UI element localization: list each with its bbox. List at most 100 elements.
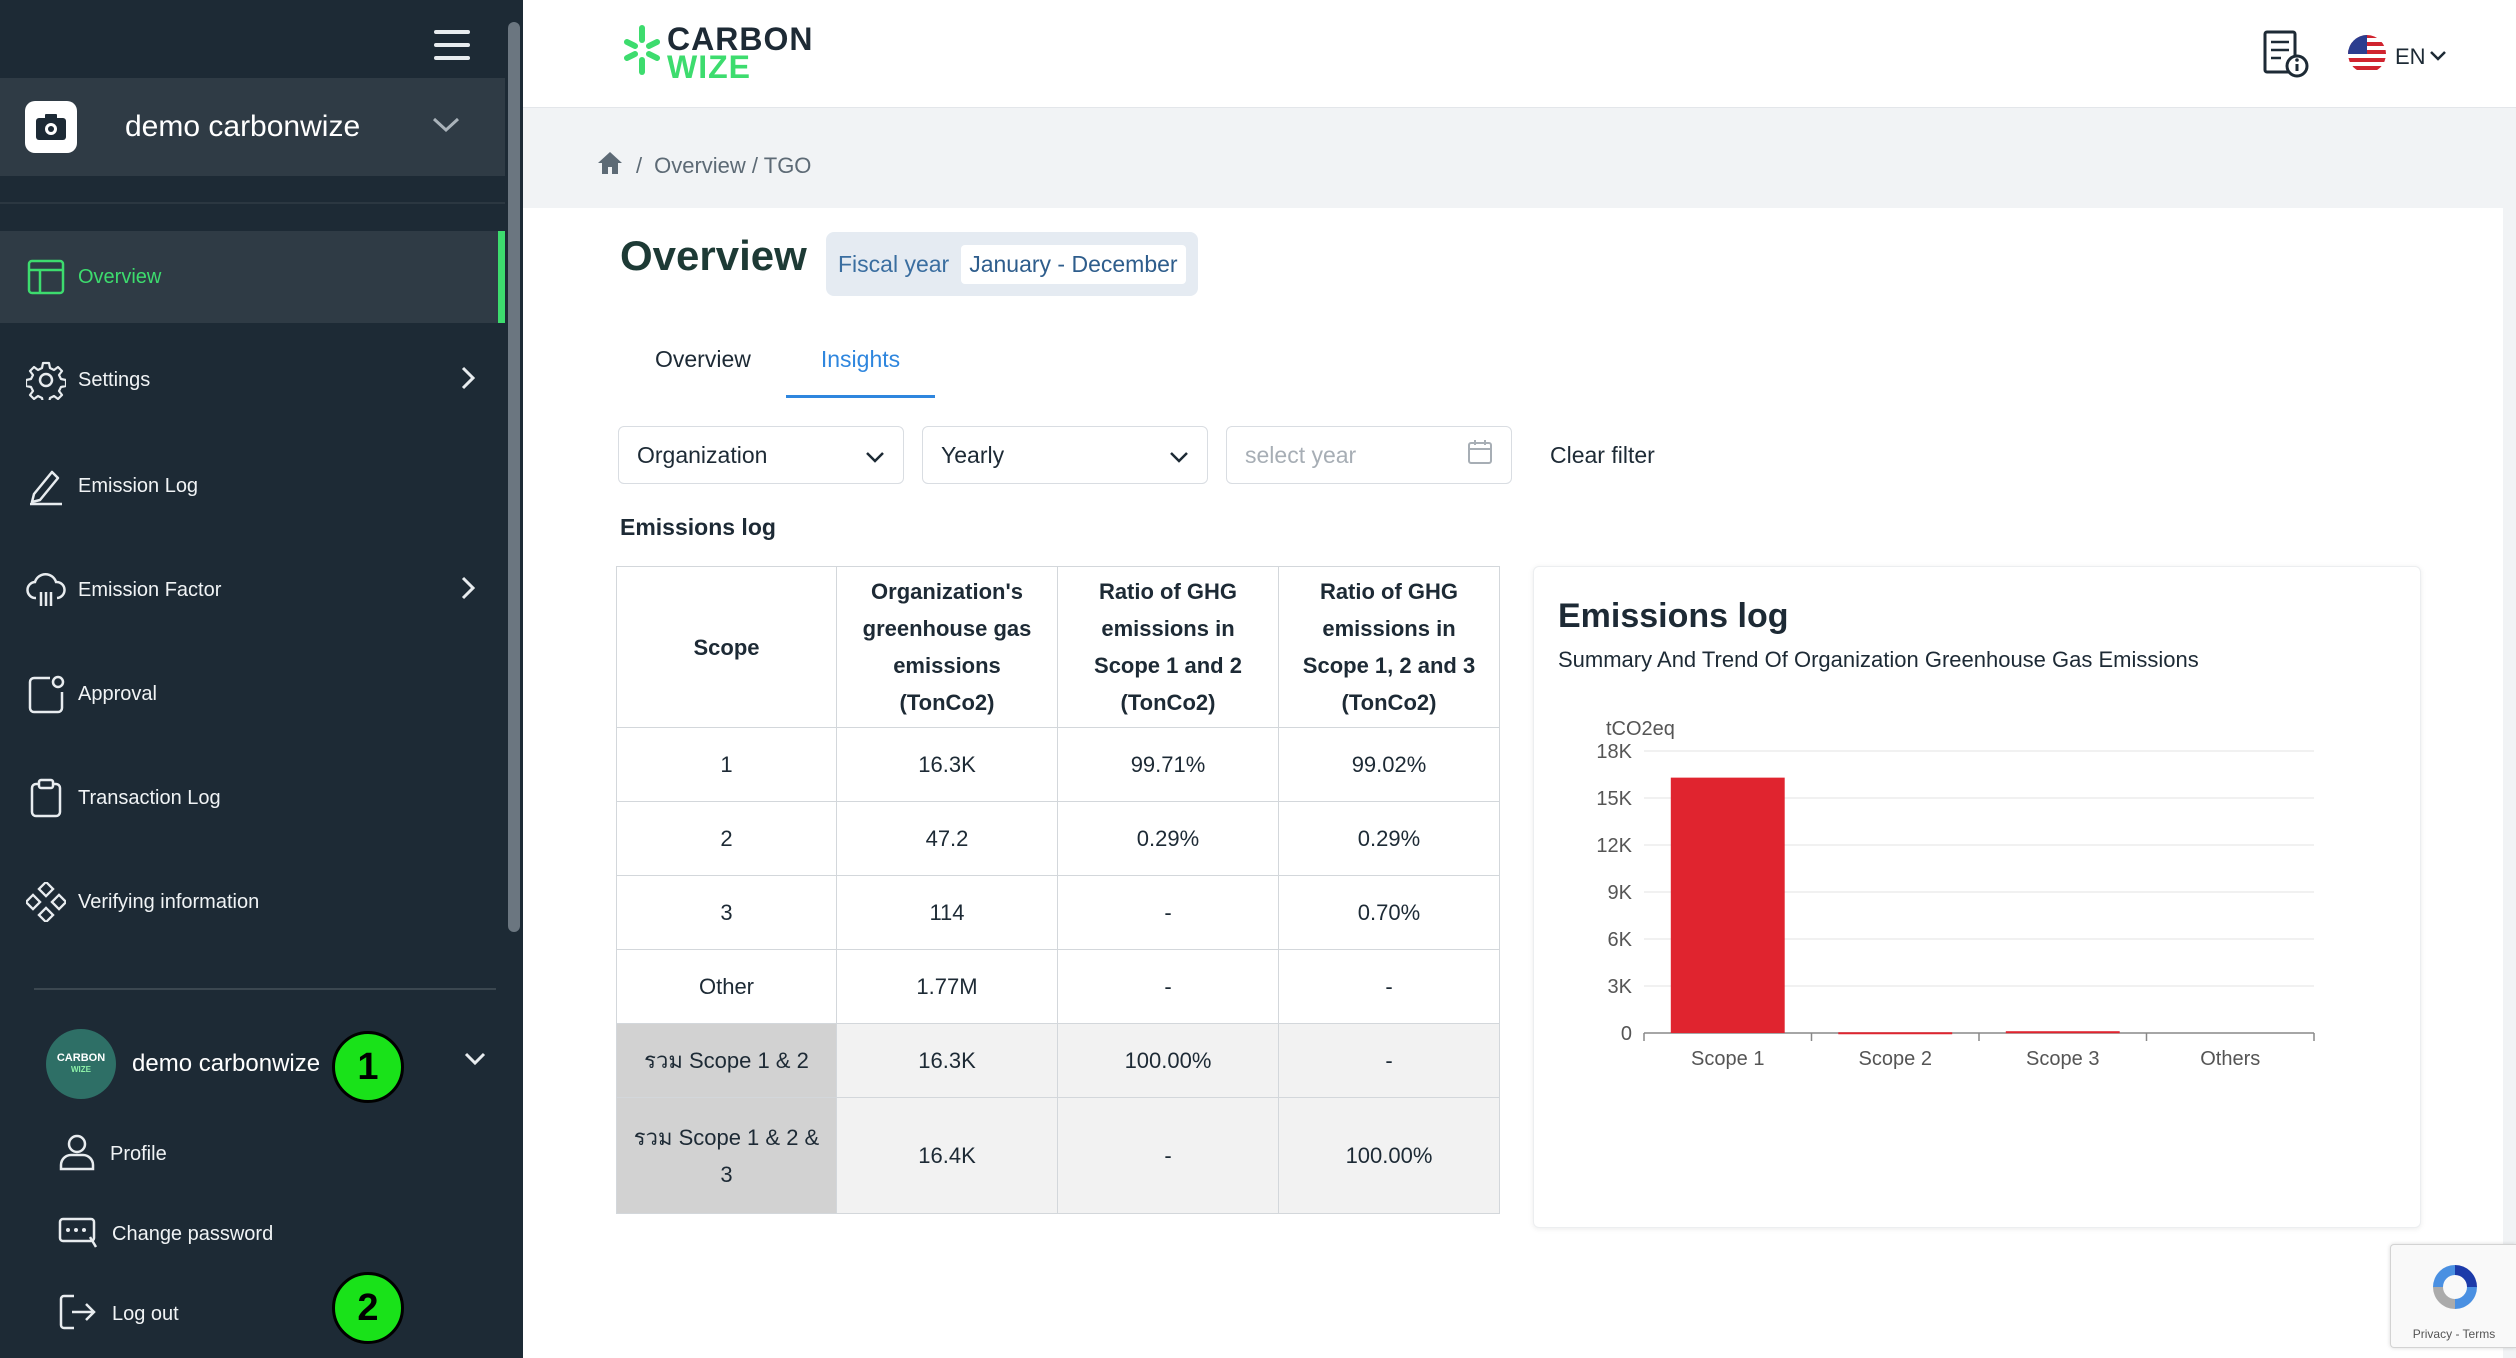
us-flag-icon [2347,34,2387,79]
sidebar-item-emission-log[interactable]: Emission Log [0,440,505,532]
table-row: 1 16.3K 99.71% 99.02% [616,727,1500,802]
table-cell: 16.3K [836,1023,1058,1098]
user-menu-toggle[interactable]: CARBON WIZE demo carbonwize [0,1022,505,1106]
annotation-marker: 2 [332,1272,404,1344]
table-cell: - [1278,949,1500,1024]
table-row: รวม Scope 1 & 2 & 3 16.4K - 100.00% [616,1097,1500,1214]
password-icon [58,1215,98,1254]
change-password-label: Change password [112,1222,274,1245]
table-cell: 3 [616,875,837,950]
clear-filter-button[interactable]: Clear filter [1550,442,1655,469]
avatar-text: CARBON [56,1052,106,1064]
chart-card: Emissions log Summary And Trend Of Organ… [1533,566,2421,1228]
table-cell: - [1057,949,1279,1024]
sidebar-item-label: Transaction Log [78,786,221,809]
y-tick-label: 6K [1608,929,1633,951]
period-select[interactable]: Yearly [922,426,1208,484]
layout-icon [26,257,66,297]
avatar-text: WIZE [71,1065,91,1074]
sidebar-item-emission-factor[interactable]: Emission Factor [0,544,505,636]
table-cell: 0.70% [1278,875,1500,950]
language-selector[interactable]: EN [2347,34,2446,79]
y-tick-label: 15K [1596,788,1632,810]
chart-subtitle: Summary And Trend Of Organization Greenh… [1558,647,2199,672]
logout-icon [58,1293,98,1336]
column-header: Ratio of GHG emissions in Scope 1, 2 and… [1278,566,1500,728]
column-header: Ratio of GHG emissions in Scope 1 and 2 … [1057,566,1279,728]
avatar: CARBON WIZE [46,1029,116,1099]
change-password-link[interactable]: Change password [58,1204,273,1264]
sidebar-item-label: Overview [78,265,162,288]
chevron-right-icon [461,576,476,605]
table-cell: 16.3K [836,727,1058,802]
y-tick-label: 9K [1608,882,1633,904]
column-header: Organization's greenhouse gas emissions … [836,566,1058,728]
sidebar-item-transaction-log[interactable]: Transaction Log [0,752,505,844]
table-cell: 0.29% [1278,801,1500,876]
x-tick-label: Others [2200,1048,2260,1070]
sidebar-item-verifying-information[interactable]: Verifying information [0,856,505,948]
chevron-down-icon [432,117,460,138]
chevron-down-icon [865,442,885,469]
table-row: 2 47.2 0.29% 0.29% [616,801,1500,876]
sidebar-item-settings[interactable]: Settings [0,334,505,426]
chevron-down-icon [2429,48,2446,66]
table-cell: 114 [836,875,1058,950]
year-picker[interactable]: select year [1226,426,1512,484]
recaptcha-badge[interactable]: Privacy - Terms [2390,1244,2516,1348]
tab-overview[interactable]: Overview [620,338,786,398]
table-cell: Other [616,949,837,1024]
section-label: Emissions log [620,514,776,540]
brand-logo[interactable]: CARBON WIZE [623,23,813,85]
sidebar-item-overview[interactable]: Overview [0,231,505,323]
table-cell: 99.71% [1057,727,1279,802]
table-cell: 47.2 [836,801,1058,876]
page-title: Overview [620,232,807,279]
chevron-down-icon [1169,442,1189,469]
sidebar-divider [0,202,505,204]
sidebar: demo carbonwize Overview Settings Emissi… [0,0,523,1358]
chart-bar [1670,777,1785,1033]
org-switcher[interactable]: demo carbonwize [0,78,505,176]
chart-bar [1838,1032,1953,1035]
y-tick-label: 3K [1608,976,1633,998]
table-cell: 100.00% [1057,1023,1279,1098]
chevron-right-icon [461,366,476,395]
document-info-icon[interactable] [2261,28,2311,85]
logout-link[interactable]: Log out [58,1284,179,1344]
table-cell: 1.77M [836,949,1058,1024]
chart-bar [2005,1031,2120,1034]
sidebar-item-label: Emission Factor [78,578,222,601]
profile-link[interactable]: Profile [58,1124,167,1184]
table-cell: 1 [616,727,837,802]
sidebar-item-label: Verifying information [78,890,260,913]
x-tick-label: Scope 1 [1691,1048,1764,1070]
table-cell: รวม Scope 1 & 2 [616,1023,837,1098]
home-icon[interactable] [596,150,624,182]
scope-select[interactable]: Organization [618,426,904,484]
scope-select-value: Organization [637,441,768,468]
user-icon [58,1133,96,1176]
approval-icon [26,674,66,714]
sidebar-item-approval[interactable]: Approval [0,648,505,740]
y-tick-label: 12K [1596,835,1632,857]
y-axis-label: tCO2eq [1606,718,1675,740]
y-tick-label: 0 [1621,1023,1632,1045]
fiscal-year-badge: Fiscal year January - December [826,232,1198,296]
chevron-down-icon [464,1052,486,1071]
table-row: Other 1.77M - - [616,949,1500,1024]
brand-text: WIZE [667,48,751,85]
tab-insights[interactable]: Insights [785,338,936,398]
table-row: รวม Scope 1 & 2 16.3K 100.00% - [616,1023,1500,1098]
sparkle-logo-icon [623,24,661,81]
breadcrumb-path[interactable]: Overview / TGO [654,153,811,179]
sidebar-item-label: Emission Log [78,474,199,497]
sidebar-scrollbar[interactable] [508,22,520,932]
table-cell: รวม Scope 1 & 2 & 3 [616,1097,837,1214]
recaptcha-links[interactable]: Privacy - Terms [2391,1327,2516,1341]
table-header-row: Scope Organization's greenhouse gas emis… [616,566,1500,728]
table-cell: 16.4K [836,1097,1058,1214]
table-cell: 0.29% [1057,801,1279,876]
table-cell: - [1278,1023,1500,1098]
hamburger-menu-icon[interactable] [432,28,472,62]
